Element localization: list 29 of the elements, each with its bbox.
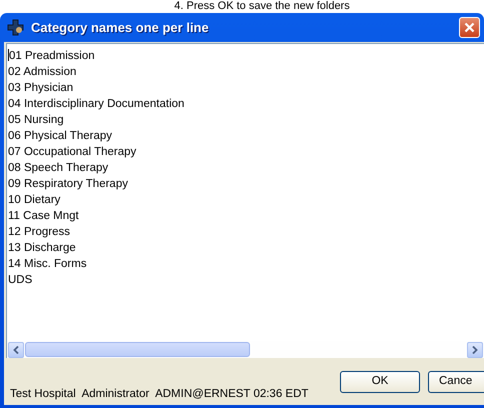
category-line: UDS: [8, 273, 34, 288]
category-line: 01 Preadmission: [9, 50, 95, 62]
category-line: 08 Speech Therapy: [8, 161, 110, 176]
horizontal-scrollbar[interactable]: [6, 341, 484, 358]
scroll-left-button[interactable]: [8, 342, 24, 358]
category-line: 02 Admission: [8, 65, 78, 80]
cancel-button[interactable]: Cance: [428, 371, 484, 393]
category-line: 04 Interdisciplinary Documentation: [8, 97, 186, 112]
category-line: 06 Physical Therapy: [8, 129, 113, 144]
category-line: 13 Discharge: [8, 241, 77, 256]
status-text: Test Hospital Administrator ADMIN@ERNEST 02:36 EDT: [10, 386, 310, 402]
scroll-right-button[interactable]: [467, 342, 483, 358]
category-line: 03 Physician: [8, 81, 74, 96]
category-line: 05 Nursing: [8, 113, 65, 128]
scroll-thumb[interactable]: [25, 342, 250, 357]
category-line: 07 Occupational Therapy: [8, 145, 138, 160]
instruction-text: 4. Press OK to save the new folders: [173, 0, 351, 13]
app-icon: [6, 18, 26, 36]
category-line: 11 Case Mngt: [8, 209, 80, 224]
category-line: 10 Dietary: [8, 193, 62, 208]
text-cursor: [8, 49, 9, 61]
close-button[interactable]: [459, 17, 480, 38]
category-line: 09 Respiratory Therapy: [8, 177, 129, 192]
category-line: 14 Misc. Forms: [8, 257, 88, 272]
text-area[interactable]: [6, 43, 484, 341]
category-line: 12 Progress: [8, 225, 72, 240]
ok-button[interactable]: OK: [340, 371, 420, 393]
window-title: Category names one per line: [31, 18, 210, 37]
close-icon: [464, 22, 475, 33]
